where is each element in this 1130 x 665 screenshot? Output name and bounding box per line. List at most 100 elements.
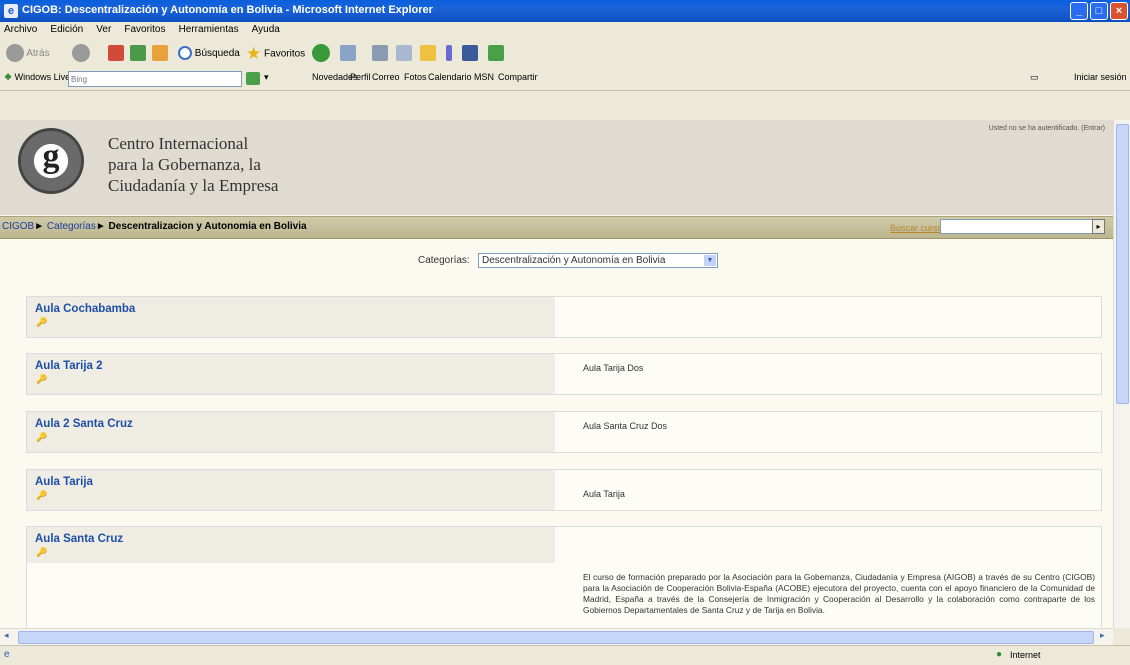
forward-button[interactable]	[72, 44, 90, 64]
sign-in-icon: ▭	[1030, 72, 1039, 82]
course-link[interactable]: Aula 2 Santa Cruz	[35, 418, 133, 430]
history-icon	[312, 44, 330, 63]
globe-icon: ●	[996, 649, 1003, 660]
link-compartir[interactable]: Compartir	[498, 72, 538, 82]
navbar: CIGOB► Categorías► Descentralizacion y A…	[0, 216, 1113, 239]
link-calendario[interactable]: Calendario	[428, 72, 472, 82]
book-icon	[462, 45, 478, 62]
scroll-right-icon[interactable]: ▸	[1100, 630, 1105, 641]
breadcrumb-separator: ►	[34, 221, 45, 232]
vertical-scroll-thumb[interactable]	[1116, 124, 1129, 404]
page-content: g Centro Internacional para la Gobernanz…	[0, 120, 1113, 628]
breadcrumb-current: Descentralizacion y Autonomia en Bolivia	[108, 221, 307, 232]
menu-archivo[interactable]: Archivo	[4, 24, 37, 35]
menu-edicion[interactable]: Edición	[50, 24, 83, 35]
search-button[interactable]: Búsqueda	[178, 44, 240, 64]
course-box: Aula Tarija 🔑 Aula Tarija	[26, 469, 1102, 511]
course-summary: Aula Tarija	[583, 489, 625, 499]
windows-live-label[interactable]: ❖ Windows Live	[4, 72, 70, 83]
site-name-line2: para la Gobernanza, la	[108, 155, 261, 174]
course-link[interactable]: Aula Cochabamba	[35, 303, 135, 315]
pen-icon	[446, 45, 452, 62]
windows-live-text: Windows Live	[14, 72, 71, 82]
course-box: Aula Santa Cruz 🔑 El curso de formación …	[26, 526, 1102, 628]
horizontal-scroll-thumb[interactable]	[18, 631, 1094, 644]
menu-herramientas[interactable]: Herramientas	[179, 24, 239, 35]
home-button[interactable]	[152, 44, 168, 64]
folder-button[interactable]	[420, 44, 436, 64]
favorites-button[interactable]: ★ Favoritos	[246, 44, 305, 64]
edit-icon	[396, 45, 412, 62]
windows-live-bar: ❖ Windows Live ▾ Novedades Perfil Correo…	[0, 68, 1130, 91]
edit-button[interactable]	[396, 44, 412, 64]
site-name: Centro Internacional para la Gobernanza,…	[108, 133, 278, 196]
link-msn[interactable]: MSN	[474, 72, 494, 82]
course-search-input[interactable]	[940, 219, 1100, 234]
mail-icon	[340, 45, 356, 62]
history-button[interactable]	[312, 44, 330, 64]
course-info	[27, 354, 555, 394]
course-summary: Aula Tarija Dos	[583, 363, 644, 373]
site-logo[interactable]: g	[18, 128, 84, 194]
key-icon: 🔑	[36, 432, 48, 442]
course-box: Aula 2 Santa Cruz 🔑 Aula Santa Cruz Dos	[26, 411, 1102, 453]
menu-ver[interactable]: Ver	[96, 24, 111, 35]
stop-button[interactable]	[108, 44, 124, 64]
maximize-button[interactable]: □	[1090, 2, 1108, 20]
back-label: Atrás	[26, 48, 50, 59]
pen-button[interactable]	[446, 44, 452, 64]
favorites-label: Favoritos	[264, 48, 306, 60]
link-perfil[interactable]: Perfil	[350, 72, 371, 82]
course-link[interactable]: Aula Tarija	[35, 476, 93, 488]
live-search-go-icon[interactable]	[246, 72, 260, 85]
breadcrumb: CIGOB► Categorías► Descentralizacion y A…	[2, 221, 307, 232]
ie-icon: e	[4, 4, 18, 18]
breadcrumb-categories[interactable]: Categorías	[47, 221, 96, 232]
dropdown-arrow-icon[interactable]: ▾	[264, 72, 269, 83]
link-fotos[interactable]: Fotos	[404, 72, 427, 82]
minimize-button[interactable]: _	[1070, 2, 1088, 20]
scroll-left-icon[interactable]: ◂	[4, 630, 9, 641]
close-button[interactable]: ×	[1110, 2, 1128, 20]
course-link[interactable]: Aula Tarija 2	[35, 360, 103, 372]
course-search-button[interactable]: ▸	[1092, 219, 1105, 234]
magnifier-icon	[178, 46, 192, 61]
home-icon	[152, 45, 168, 62]
key-icon: 🔑	[36, 374, 48, 384]
refresh-button[interactable]	[130, 44, 146, 64]
link-correo[interactable]: Correo	[372, 72, 400, 82]
research-button[interactable]	[462, 44, 478, 64]
back-button[interactable]: Atrás	[6, 44, 50, 64]
forward-arrow-icon	[72, 44, 90, 63]
menu-favoritos[interactable]: Favoritos	[124, 24, 165, 35]
category-selected-value: Descentralización y Autonomía en Bolivia	[482, 255, 666, 266]
category-select[interactable]: Descentralización y Autonomía en Bolivia…	[478, 253, 718, 268]
breadcrumb-home[interactable]: CIGOB	[2, 221, 34, 232]
menu-ayuda[interactable]: Ayuda	[252, 24, 280, 35]
login-info[interactable]: Usted no se ha autentificado. (Entrar)	[989, 125, 1105, 132]
course-info	[27, 470, 555, 510]
menubar: Archivo Edición Ver Favoritos Herramient…	[0, 22, 1130, 41]
course-box: Aula Cochabamba 🔑	[26, 296, 1102, 338]
key-icon: 🔑	[36, 547, 48, 557]
course-summary: Aula Santa Cruz Dos	[583, 421, 668, 431]
vertical-scrollbar[interactable]	[1113, 120, 1130, 628]
site-name-line1: Centro Internacional	[108, 134, 249, 153]
page-status-icon: e	[4, 649, 10, 660]
print-button[interactable]	[372, 44, 388, 64]
horizontal-scrollbar[interactable]: ◂ ▸	[0, 628, 1113, 646]
search-label: Búsqueda	[194, 48, 240, 59]
sign-in-link[interactable]: Iniciar sesión	[1074, 72, 1127, 82]
mail-button[interactable]	[340, 44, 356, 64]
course-summary: El curso de formación preparado por la A…	[583, 572, 1095, 615]
logo-letter: g	[42, 138, 60, 175]
folder-icon	[420, 45, 436, 62]
star-icon: ★	[246, 44, 262, 63]
key-icon: 🔑	[36, 490, 48, 500]
messenger-button[interactable]	[488, 44, 504, 64]
live-search-input[interactable]	[68, 71, 242, 87]
back-arrow-icon	[6, 44, 24, 63]
security-zone: Internet	[1010, 650, 1041, 660]
chevron-down-icon[interactable]: ▼	[704, 255, 716, 266]
course-link[interactable]: Aula Santa Cruz	[35, 533, 123, 545]
